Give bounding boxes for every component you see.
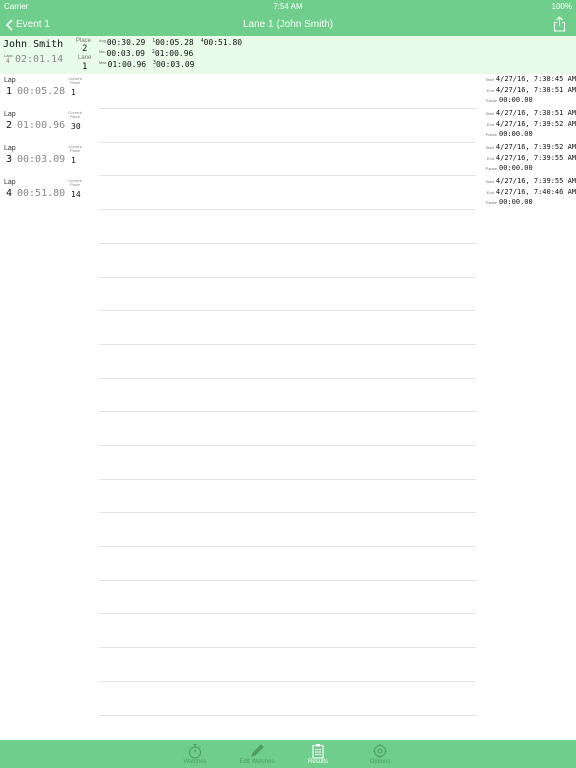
row-separator bbox=[99, 512, 476, 513]
lap-label: Lap bbox=[4, 77, 16, 84]
gear-icon bbox=[373, 744, 387, 758]
status-bar: Carrier 7:54 AM 100% bbox=[0, 0, 576, 13]
tab-label: Results bbox=[307, 759, 328, 765]
avg-value-3: 00:51.80 bbox=[203, 38, 243, 47]
avg-value-2: 00:05.28 bbox=[155, 38, 194, 47]
row-separator bbox=[99, 445, 476, 446]
max-stats: Max01:00.96 300:03.09 bbox=[99, 60, 194, 69]
row-separator bbox=[99, 209, 476, 210]
lap-start: 4/27/16, 7:39:55 AM bbox=[495, 177, 576, 185]
current-place-value: 1 bbox=[71, 156, 76, 165]
current-place-label: Current Place bbox=[68, 76, 82, 85]
max-value: 01:00.96 bbox=[107, 60, 147, 69]
page-title: Lane 1 (John Smith) bbox=[242, 19, 334, 30]
current-place-value: 30 bbox=[71, 122, 81, 131]
lap-pause: 00:00.00 bbox=[499, 164, 533, 172]
row-separator bbox=[99, 243, 476, 244]
lane-label: Lane bbox=[78, 55, 92, 61]
row-separator bbox=[99, 108, 476, 109]
tab-edit-watches[interactable]: Edit Watches bbox=[227, 740, 287, 768]
tab-options[interactable]: Options bbox=[350, 740, 410, 768]
row-separator bbox=[99, 142, 476, 143]
min-value: 00:03.09 bbox=[106, 49, 145, 58]
current-place-label: Current Place bbox=[68, 144, 82, 153]
lap-timestamps: Start 4/27/16, 7:39:52 AM End 4/27/16, 7:3… bbox=[485, 143, 576, 172]
row-separator bbox=[99, 715, 476, 716]
lap-timestamps: Start 4/27/16, 7:39:55 AM End 4/27/16, 7:4… bbox=[485, 177, 576, 206]
row-separator bbox=[99, 175, 476, 176]
row-separator bbox=[99, 310, 476, 311]
lap-number: 1 bbox=[6, 86, 13, 97]
avg-stats: Avg00:30.29 100:05.28 400:51.80 bbox=[99, 38, 242, 47]
tab-results[interactable]: Results bbox=[288, 740, 348, 768]
row-separator bbox=[99, 479, 476, 480]
lap-end: 4/27/16, 7:39:55 AM bbox=[495, 153, 576, 162]
lap-number: 4 bbox=[6, 188, 13, 199]
place-value: 2 bbox=[82, 44, 88, 54]
row-separator bbox=[99, 613, 476, 614]
lap-time: 00:03.09 bbox=[17, 154, 66, 165]
lap-end: 4/27/16, 7:39:52 AM bbox=[495, 119, 576, 128]
tab-label: Watches bbox=[183, 759, 207, 765]
lap-start: 4/27/16, 7:38:45 AM bbox=[495, 75, 576, 83]
lap-row[interactable]: Lap 1 00:05.28 Current Place 1 Start 4/27/… bbox=[0, 74, 576, 108]
lap-end: 4/27/16, 7:40:46 AM bbox=[495, 187, 576, 196]
battery-label: 100% bbox=[551, 2, 572, 11]
tab-label: Options bbox=[369, 759, 391, 765]
lap-row[interactable]: Lap 2 01:00.96 Current Place 30 Start 4/27… bbox=[0, 108, 576, 142]
lap-pause: 00:00.00 bbox=[499, 198, 533, 206]
tab-bar: Watches Edit Watches Results Options bbox=[0, 740, 576, 768]
row-separator bbox=[99, 378, 476, 379]
lap-label: Lap bbox=[4, 145, 16, 152]
swimmer-summary: John Smith Laps 4 02:01.14 Place 2 Lane … bbox=[0, 36, 576, 74]
max-value-2: 00:03.09 bbox=[155, 60, 195, 69]
min-value-2: 01:00.96 bbox=[154, 49, 194, 58]
lap-time: 00:51.80 bbox=[17, 188, 66, 199]
laps-count: 4 bbox=[6, 58, 10, 65]
current-place-label: Current Place bbox=[68, 110, 82, 119]
lap-row[interactable]: Lap 4 00:51.80 Current Place 14 Start 4/27… bbox=[0, 176, 576, 210]
row-separator bbox=[99, 277, 476, 278]
avg-tag: Avg bbox=[99, 38, 106, 43]
avg-value: 00:30.29 bbox=[106, 38, 146, 47]
clock: 7:54 AM bbox=[273, 2, 303, 11]
tab-watches[interactable]: Watches bbox=[165, 740, 225, 768]
lap-time: 00:05.28 bbox=[17, 86, 66, 97]
row-separator bbox=[99, 411, 476, 412]
lap-row[interactable]: Lap 3 00:03.09 Current Place 1 Start 4/27/… bbox=[0, 142, 576, 176]
lap-timestamps: Start 4/27/16, 7:38:45 AM End 4/27/16, 7:3… bbox=[485, 75, 576, 104]
tab-label: Edit Watches bbox=[239, 759, 275, 765]
lap-time: 01:00.96 bbox=[17, 120, 66, 131]
current-place-label: Current Place bbox=[68, 178, 82, 187]
total-time: 02:01.14 bbox=[15, 54, 64, 65]
lap-list[interactable]: Lap 1 00:05.28 Current Place 1 Start 4/27/… bbox=[0, 74, 576, 740]
stopwatch-icon bbox=[188, 743, 202, 759]
row-separator bbox=[99, 647, 476, 648]
lane-value: 1 bbox=[82, 62, 88, 72]
lap-start: 4/27/16, 7:39:52 AM bbox=[495, 143, 576, 151]
lap-end: 4/27/16, 7:38:51 AM bbox=[495, 85, 576, 94]
row-separator bbox=[99, 681, 476, 682]
share-icon[interactable] bbox=[553, 16, 566, 32]
current-place-value: 1 bbox=[71, 88, 76, 97]
min-stats: Min00:03.09 201:00.96 bbox=[99, 49, 193, 58]
row-separator bbox=[99, 580, 476, 581]
clipboard-icon bbox=[312, 744, 324, 759]
current-place-value: 14 bbox=[71, 190, 81, 199]
row-separator bbox=[99, 344, 476, 345]
lap-label: Lap bbox=[4, 111, 16, 118]
lap-number: 2 bbox=[6, 120, 13, 131]
lap-timestamps: Start 4/27/16, 7:38:51 AM End 4/27/16, 7:3… bbox=[485, 109, 576, 138]
lap-label: Lap bbox=[4, 179, 16, 186]
lap-pause: 00:00.00 bbox=[499, 96, 533, 104]
swimmer-name: John Smith bbox=[3, 39, 64, 50]
pencil-icon bbox=[251, 744, 264, 757]
row-separator bbox=[99, 546, 476, 547]
lap-number: 3 bbox=[6, 154, 13, 165]
navigation-bar: Event 1 Lane 1 (John Smith) bbox=[0, 13, 576, 36]
lap-pause: 00:00.00 bbox=[499, 130, 533, 138]
lap-start: 4/27/16, 7:38:51 AM bbox=[495, 109, 576, 117]
min-tag: Min bbox=[99, 49, 106, 54]
max-tag: Max bbox=[99, 60, 107, 65]
